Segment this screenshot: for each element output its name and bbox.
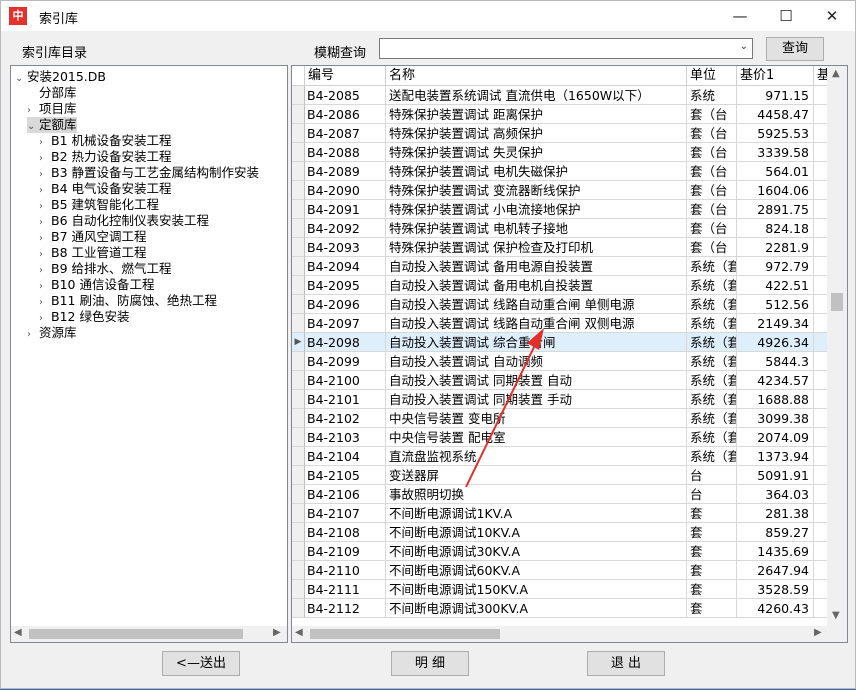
exit-button[interactable]: 退 出 xyxy=(587,651,665,676)
annotation-arrow xyxy=(465,328,544,488)
arrow-head xyxy=(527,328,544,350)
detail-button[interactable]: 明 细 xyxy=(391,651,469,676)
send-button[interactable]: <—送出 xyxy=(162,651,240,676)
arrow-line xyxy=(465,340,538,488)
index-library-window: 中 索引库 — ☐ ✕ 索引库目录 模糊查询 ⌄ 查询 ⌄ 安装2015.DB 分… xyxy=(0,0,856,689)
